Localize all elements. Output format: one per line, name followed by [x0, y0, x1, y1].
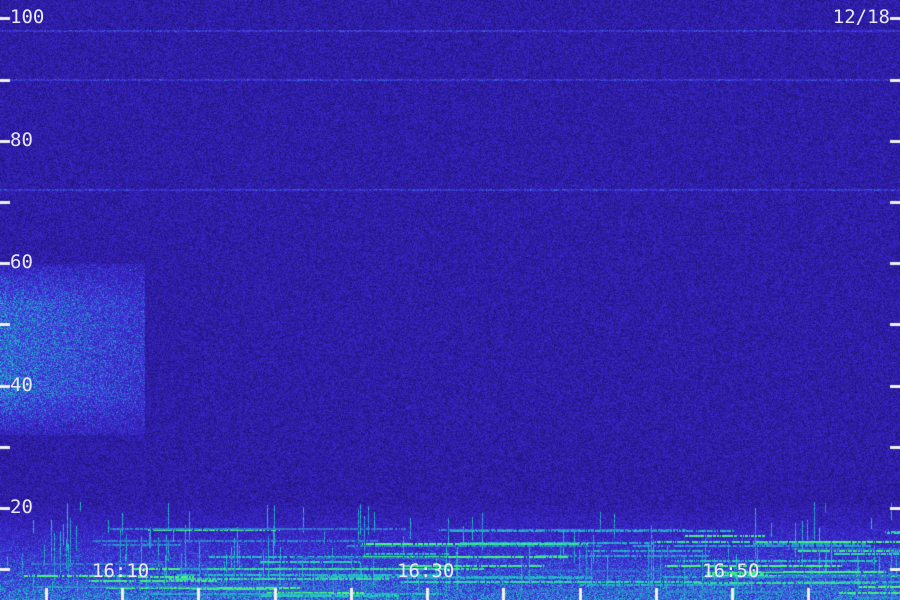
spectrogram-canvas [0, 0, 900, 600]
